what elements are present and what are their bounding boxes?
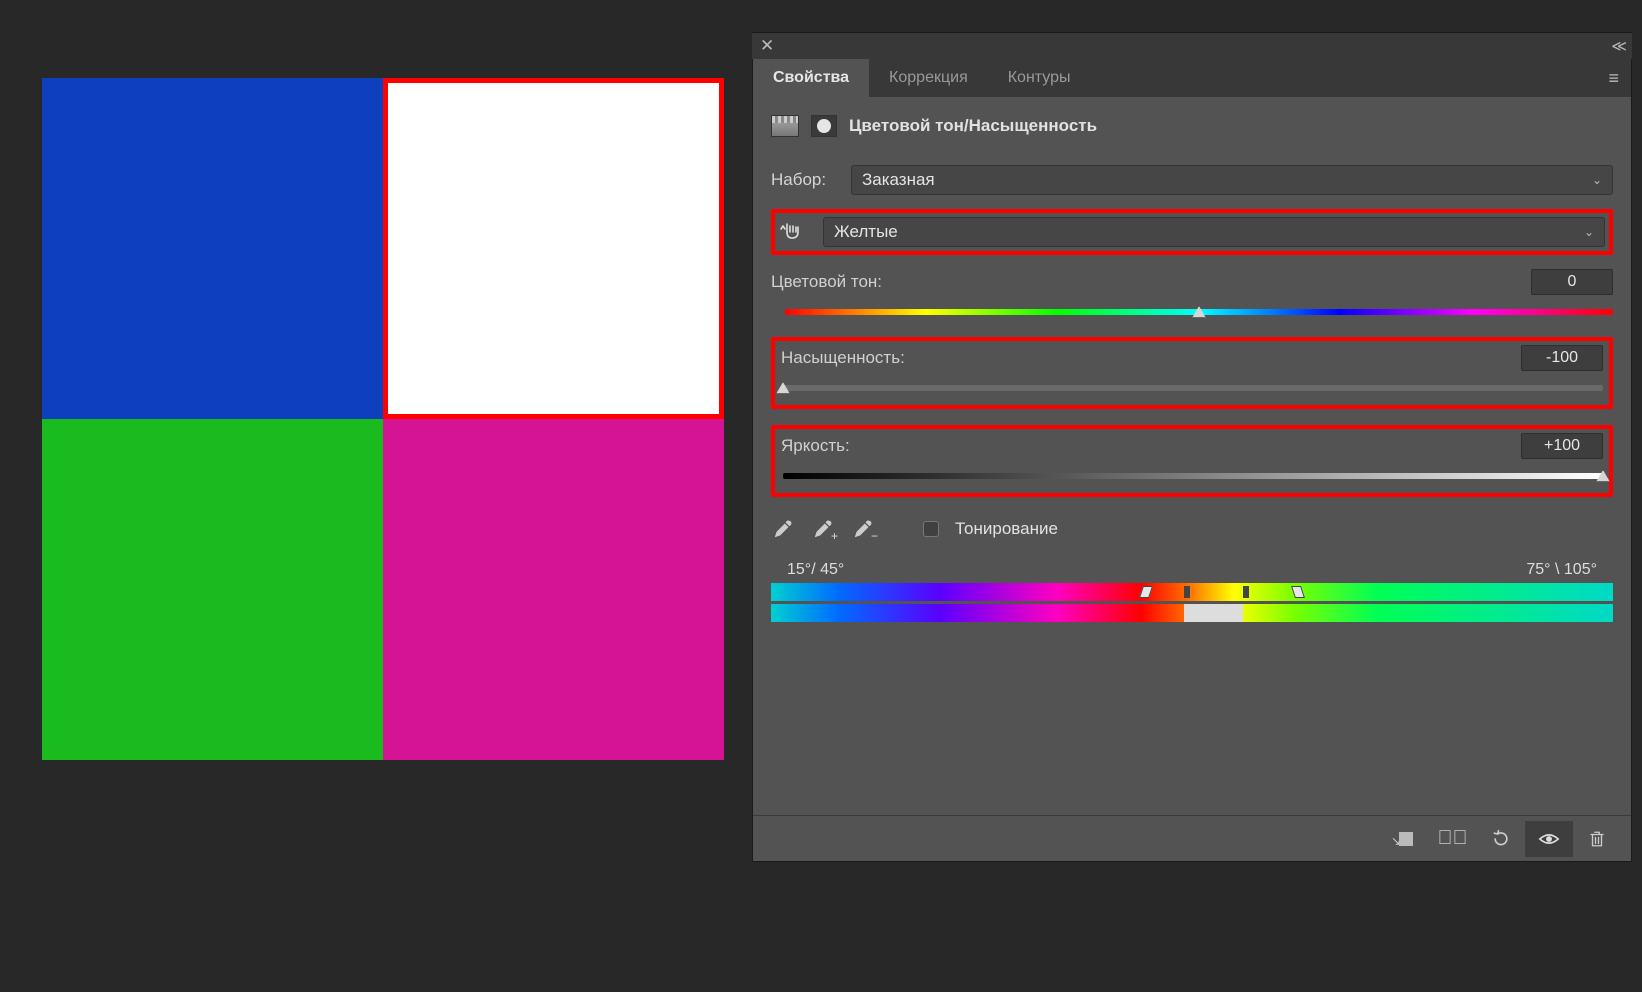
lightness-label: Яркость: <box>781 436 850 456</box>
canvas-area <box>42 78 724 760</box>
eyedropper-subtract-icon[interactable]: − <box>851 517 875 541</box>
chevron-down-icon: ⌄ <box>1584 225 1594 239</box>
reset-button[interactable] <box>1477 821 1525 857</box>
hue-value-input[interactable] <box>1531 269 1613 295</box>
preset-row: Набор: Заказная ⌄ <box>771 165 1613 195</box>
properties-panel-window: ✕ ≪ Свойства Коррекция Контуры ≡ Цветово… <box>752 32 1632 862</box>
tab-paths[interactable]: Контуры <box>988 59 1091 97</box>
lightness-track <box>783 473 1603 479</box>
clip-to-layer-button[interactable]: ↘ <box>1381 821 1429 857</box>
preset-dropdown[interactable]: Заказная ⌄ <box>851 165 1613 195</box>
saturation-control: Насыщенность: <box>781 345 1603 399</box>
collapse-icon[interactable]: ≪ <box>1611 37 1624 55</box>
colorize-label: Тонирование <box>955 519 1058 539</box>
hue-slider[interactable] <box>785 303 1613 321</box>
panel-footer: ↘ 👁⃒ <box>753 815 1631 861</box>
lightness-slider[interactable] <box>783 467 1603 485</box>
input-color-bar[interactable] <box>771 583 1613 601</box>
saturation-slider[interactable] <box>783 379 1603 397</box>
range-outer-left-handle[interactable] <box>1140 586 1154 598</box>
range-outer-right-handle[interactable] <box>1291 586 1305 598</box>
lightness-highlight: Яркость: <box>771 425 1613 497</box>
eyedropper-icon[interactable] <box>771 517 795 541</box>
targeted-adjustment-icon[interactable] <box>779 220 805 244</box>
toggle-visibility-button[interactable] <box>1525 821 1573 857</box>
hue-control: Цветовой тон: <box>771 269 1613 323</box>
panel-body: Цветовой тон/Насыщенность Набор: Заказна… <box>753 97 1631 815</box>
hue-sat-adjustment-icon <box>771 115 799 137</box>
hue-label: Цветовой тон: <box>771 272 882 292</box>
delete-button[interactable] <box>1573 821 1621 857</box>
color-range-value: Желтые <box>834 222 898 242</box>
colorize-checkbox[interactable] <box>923 521 939 537</box>
saturation-value-input[interactable] <box>1521 345 1603 371</box>
lightness-value-input[interactable] <box>1521 433 1603 459</box>
range-inner-right-handle[interactable] <box>1243 586 1249 598</box>
range-right-label: 75° \ 105° <box>1526 561 1597 579</box>
eyedropper-add-icon[interactable]: + <box>811 517 835 541</box>
adjustment-title: Цветовой тон/Насыщенность <box>849 116 1097 136</box>
eyedropper-row: + − Тонирование <box>771 517 1613 541</box>
output-color-bar <box>771 604 1613 622</box>
layer-mask-icon[interactable] <box>811 115 837 137</box>
saturation-highlight: Насыщенность: <box>771 337 1613 409</box>
tab-properties[interactable]: Свойства <box>753 59 869 97</box>
lightness-control: Яркость: <box>781 433 1603 487</box>
close-icon[interactable]: ✕ <box>760 36 774 56</box>
canvas-quad-bottom-right <box>383 419 724 760</box>
saturation-track <box>783 385 1603 391</box>
properties-panel: Свойства Коррекция Контуры ≡ Цветовой то… <box>752 59 1632 862</box>
canvas-quad-bottom-left <box>42 419 383 760</box>
preset-label: Набор: <box>771 170 841 190</box>
adjustment-title-row: Цветовой тон/Насыщенность <box>771 115 1613 137</box>
color-range-display: 15°/ 45° 75° \ 105° <box>771 555 1613 622</box>
panel-tabs: Свойства Коррекция Контуры ≡ <box>753 59 1631 97</box>
range-inner-left-handle[interactable] <box>1184 586 1190 598</box>
target-row: Желтые ⌄ <box>779 217 1605 247</box>
canvas-quad-top-left <box>42 78 383 419</box>
tab-adjustments[interactable]: Коррекция <box>869 59 988 97</box>
panel-menu-icon[interactable]: ≡ <box>1596 68 1631 89</box>
chevron-down-icon: ⌄ <box>1592 173 1602 187</box>
panel-window-header: ✕ ≪ <box>752 33 1632 59</box>
output-gap <box>1184 604 1243 622</box>
canvas-quad-top-right <box>383 78 724 419</box>
range-left-label: 15°/ 45° <box>787 561 844 579</box>
preset-value: Заказная <box>862 170 935 190</box>
view-previous-state-button[interactable]: 👁⃒ <box>1429 821 1477 857</box>
saturation-label: Насыщенность: <box>781 348 905 368</box>
target-row-highlight: Желтые ⌄ <box>771 209 1613 255</box>
color-range-dropdown[interactable]: Желтые ⌄ <box>823 217 1605 247</box>
